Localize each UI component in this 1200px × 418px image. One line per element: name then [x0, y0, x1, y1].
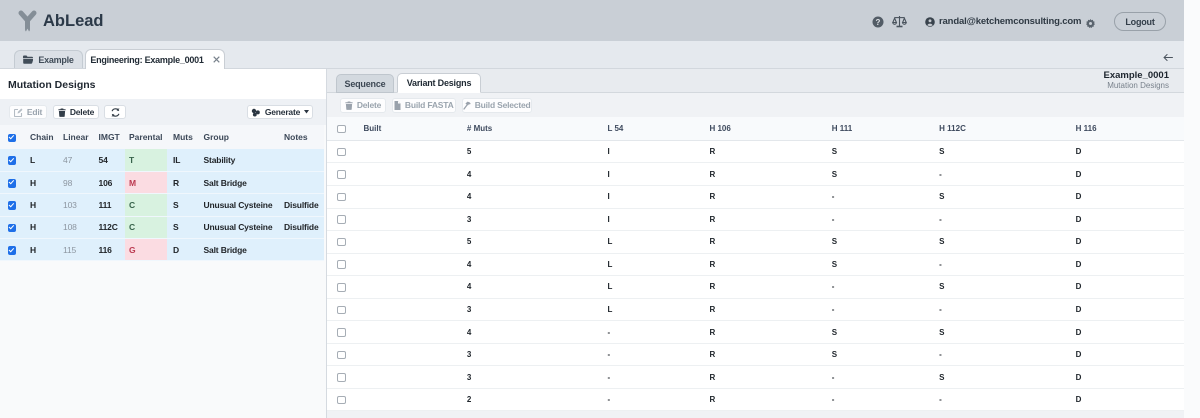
svg-text:?: ? [876, 18, 881, 27]
